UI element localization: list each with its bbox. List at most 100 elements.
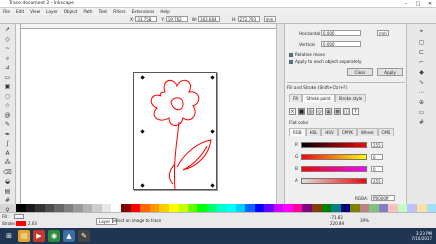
palette-swatch[interactable] (206, 204, 217, 212)
palette-swatch[interactable] (407, 204, 417, 212)
palette-swatch[interactable] (388, 204, 398, 212)
selector-icon[interactable]: ➚ (3, 26, 13, 35)
linear-gradient-icon[interactable]: ▥ (307, 108, 314, 115)
close-icon[interactable]: ✕ (424, 0, 436, 8)
palette-swatch[interactable] (359, 204, 370, 212)
palette-swatch[interactable] (273, 204, 284, 212)
rect-icon[interactable]: ▭ (3, 74, 13, 83)
palette-swatch[interactable] (25, 204, 36, 212)
clock[interactable]: 3:23 PM 7/10/2017 (411, 231, 432, 241)
zoom-icon[interactable]: ⌕ (3, 55, 13, 64)
palette-swatch[interactable] (369, 204, 379, 212)
palette-swatch[interactable] (101, 204, 112, 212)
channel-a-slider[interactable] (301, 178, 367, 184)
relative-move-checkbox[interactable] (289, 52, 293, 57)
palette-swatch[interactable] (426, 204, 436, 212)
zoom-level[interactable]: 39% (360, 218, 369, 223)
mode-wheel[interactable]: Wheel (357, 128, 378, 136)
snap-corner-icon[interactable]: ⌐ (419, 59, 424, 66)
snap-page-icon[interactable]: ▭ (419, 109, 425, 116)
fill-indicator[interactable] (14, 214, 24, 219)
snap-midpoint-icon[interactable]: ⋯ (419, 89, 425, 96)
snap-grid-icon[interactable]: # (419, 119, 424, 126)
tweak-icon[interactable]: ~ (3, 45, 13, 54)
palette-swatch[interactable] (254, 204, 265, 212)
clear-button[interactable]: Clear (347, 68, 373, 76)
channel-b-slider[interactable] (301, 166, 367, 172)
pattern-icon[interactable]: ▩ (334, 108, 341, 115)
tab-stroke-paint[interactable]: Stroke paint (302, 94, 335, 102)
spray-icon[interactable]: ⁂ (3, 159, 13, 168)
star-icon[interactable]: ☆ (3, 102, 13, 111)
media-player-icon[interactable]: ▶ (33, 230, 45, 242)
horizontal-unit-select[interactable]: mm (377, 30, 389, 36)
maximize-icon[interactable]: □ (412, 0, 424, 8)
palette-swatch[interactable] (187, 204, 198, 212)
menu-extensions[interactable]: Extensions (132, 9, 155, 14)
channel-r-value[interactable]: 255 (371, 142, 383, 148)
palette-swatch[interactable] (283, 204, 293, 212)
palette-swatch[interactable] (111, 204, 122, 212)
w-field[interactable]: 183.684 (198, 16, 221, 22)
start-icon[interactable]: ⊞ (3, 230, 15, 242)
palette-swatch[interactable] (44, 204, 55, 212)
palette-swatch[interactable] (140, 204, 150, 212)
rgba-field[interactable]: ff0000ff (371, 195, 395, 201)
palette-swatch[interactable] (302, 204, 312, 212)
palette-swatch[interactable] (416, 204, 427, 212)
y-field[interactable]: 19.762 (165, 16, 188, 22)
menu-view[interactable]: View (30, 9, 40, 14)
palette-swatch[interactable] (168, 204, 179, 212)
palette-swatch[interactable] (292, 204, 303, 212)
palette-swatch[interactable] (82, 204, 93, 212)
snap-toggle-icon[interactable]: ⌖ (420, 28, 423, 36)
palette-swatch[interactable] (350, 204, 360, 212)
3dbox-icon[interactable]: ▣ (3, 83, 13, 92)
pencil-icon[interactable]: ✎ (3, 121, 13, 130)
palette-swatch[interactable] (63, 204, 74, 212)
menu-file[interactable]: File (3, 9, 10, 14)
palette-swatch[interactable] (245, 204, 255, 212)
snap-edge-icon[interactable]: ⊏ (419, 49, 424, 56)
unset-paint-icon[interactable]: ? (352, 108, 359, 115)
bucket-icon[interactable]: ◒ (3, 178, 13, 187)
mode-cmyk[interactable]: CMYK (337, 128, 358, 136)
snap-center-icon[interactable]: ⊕ (419, 99, 424, 106)
menu-object[interactable]: Object (64, 9, 78, 14)
tab-stroke-style[interactable]: Stroke style (334, 94, 367, 102)
palette-swatch[interactable] (311, 204, 322, 212)
stroke-width-value[interactable]: 2.03 (28, 221, 37, 226)
palette-swatch[interactable] (159, 204, 169, 212)
h-field[interactable]: 272.793 (237, 16, 260, 22)
snap-path-icon[interactable]: ∿ (419, 79, 424, 86)
mode-hsv[interactable]: HSV (321, 128, 338, 136)
palette-swatch[interactable] (235, 204, 246, 212)
mode-rgb[interactable]: RGB (289, 128, 306, 136)
menu-layer[interactable]: Layer (46, 9, 58, 14)
channel-b-value[interactable]: 0 (371, 166, 383, 172)
palette-swatch[interactable] (92, 204, 102, 212)
palette-swatch[interactable] (197, 204, 207, 212)
gradient-icon[interactable]: ▤ (3, 188, 13, 197)
chrome-icon[interactable]: ◉ (48, 230, 60, 242)
spiral-icon[interactable]: @ (3, 112, 13, 121)
swatch-icon[interactable]: ◫ (343, 108, 350, 115)
palette-swatch[interactable] (54, 204, 64, 212)
menu-edit[interactable]: Edit (16, 9, 24, 14)
palette-swatch[interactable] (226, 204, 236, 212)
mesh-icon[interactable]: # (3, 197, 13, 206)
measure-icon[interactable]: ⊿ (3, 64, 13, 73)
mesh-gradient-icon[interactable]: ▦ (325, 108, 332, 115)
unit-select[interactable]: mm (263, 16, 276, 22)
calligraphy-icon[interactable]: ∫ (3, 140, 13, 149)
eraser-icon[interactable]: ⌫ (3, 169, 13, 178)
apply-button[interactable]: Apply (377, 68, 403, 76)
stroke-indicator[interactable] (16, 221, 26, 226)
ellipse-icon[interactable]: ○ (3, 93, 13, 102)
apply-separately-checkbox[interactable] (289, 59, 293, 64)
mode-hsl[interactable]: HSL (305, 128, 322, 136)
minimize-icon[interactable]: – (400, 0, 412, 8)
no-paint-icon[interactable]: × (289, 108, 296, 115)
palette-swatch[interactable] (321, 204, 332, 212)
palette-swatch[interactable] (340, 204, 351, 212)
